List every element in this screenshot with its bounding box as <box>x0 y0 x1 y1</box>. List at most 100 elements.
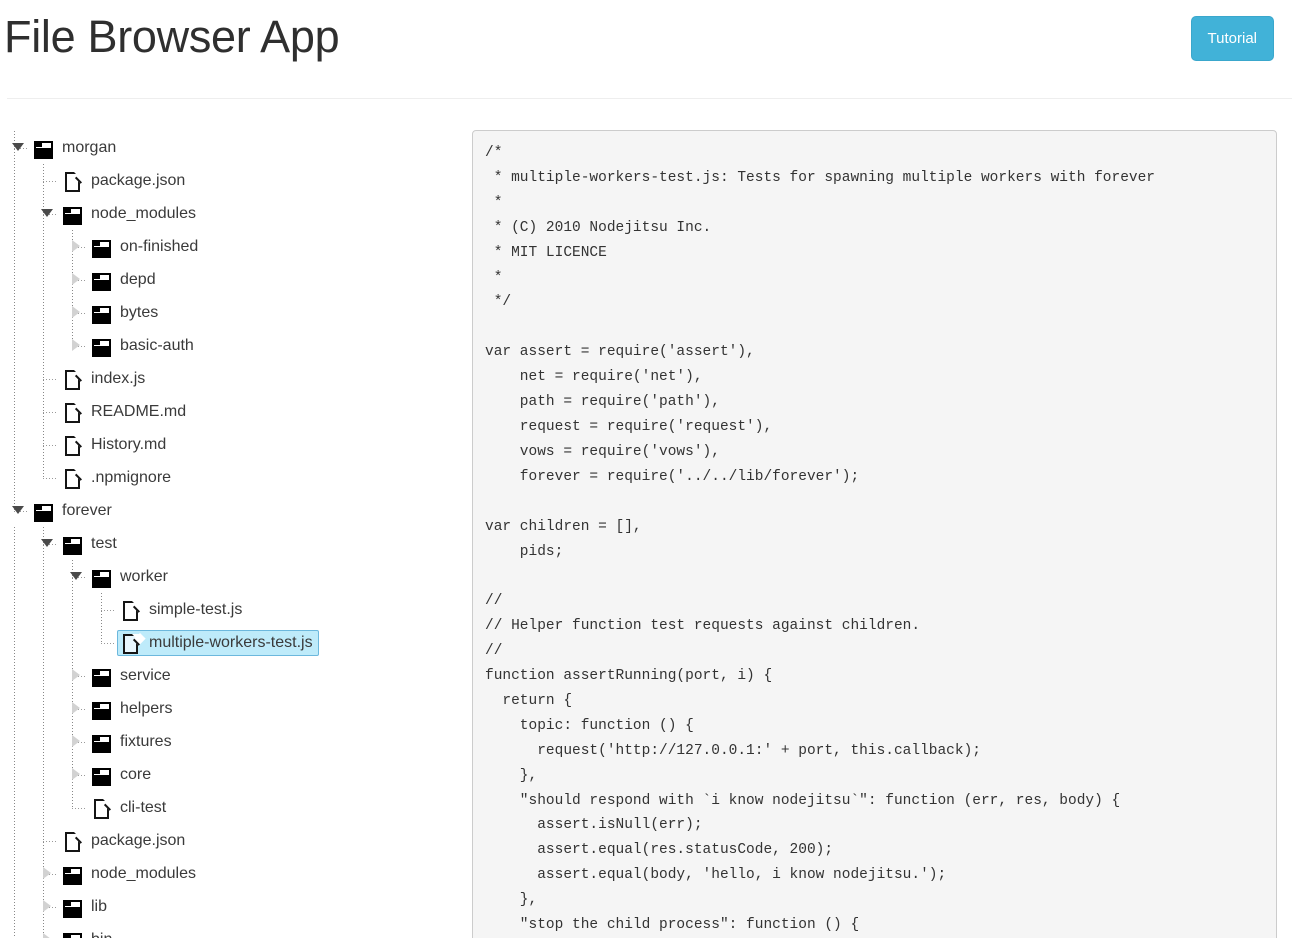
folder-icon <box>33 137 55 159</box>
tree-node[interactable]: worker <box>0 560 470 593</box>
tree-toggle-collapsed-icon[interactable] <box>70 768 82 781</box>
folder-icon <box>91 566 113 588</box>
tree-node-anchor[interactable]: cli-test <box>88 795 172 821</box>
tree-toggle-expanded-icon[interactable] <box>70 571 82 583</box>
tree-toggle-expanded-icon[interactable] <box>41 538 53 550</box>
tree-node[interactable]: node_modules <box>0 857 470 890</box>
tree-toggle-collapsed-icon[interactable] <box>41 933 53 938</box>
tree-connector-line <box>101 643 116 644</box>
tree-node-anchor[interactable]: .npmignore <box>59 465 177 491</box>
tree-node[interactable]: History.md <box>0 428 470 461</box>
folder-flap <box>92 272 111 280</box>
tree-node-anchor[interactable]: bytes <box>88 300 164 326</box>
tree-node[interactable]: index.js <box>0 362 470 395</box>
tree-node[interactable]: core <box>0 758 470 791</box>
tree-node[interactable]: helpers <box>0 692 470 725</box>
tree-node-anchor[interactable]: test <box>59 531 123 557</box>
tree-node[interactable]: fixtures <box>0 725 470 758</box>
tree-node[interactable]: lib <box>0 890 470 923</box>
tree-node[interactable]: node_modules <box>0 197 470 230</box>
file-content-view[interactable]: /* * multiple-workers-test.js: Tests for… <box>472 130 1277 938</box>
folder-flap <box>92 338 111 346</box>
tree-node[interactable]: morgan <box>0 131 470 164</box>
tutorial-button[interactable]: Tutorial <box>1190 16 1274 61</box>
tree-toggle-collapsed-icon[interactable] <box>70 702 82 715</box>
tree-toggle-collapsed-icon[interactable] <box>41 867 53 880</box>
tree-node-anchor[interactable]: fixtures <box>88 729 178 755</box>
tree-guide-line <box>43 626 44 659</box>
folder-icon <box>91 236 113 258</box>
tree-node-anchor[interactable]: package.json <box>59 828 191 854</box>
tree-node-label: package.json <box>91 831 186 849</box>
tree-node-label: test <box>91 534 117 552</box>
tree-guide-line <box>14 164 15 197</box>
tree-guide-line <box>14 923 15 938</box>
tree-toggle-expanded-icon[interactable] <box>12 142 24 154</box>
tree-toggle-collapsed-icon[interactable] <box>70 339 82 352</box>
tree-toggle-collapsed-icon[interactable] <box>70 669 82 682</box>
tree-node-label: cli-test <box>120 798 167 816</box>
tree-node[interactable]: simple-test.js <box>0 593 470 626</box>
tree-connector-line <box>43 379 58 380</box>
tree-node[interactable]: service <box>0 659 470 692</box>
tree-node-anchor[interactable]: package.json <box>59 168 191 194</box>
tree-node[interactable]: on-finished <box>0 230 470 263</box>
tree-node[interactable]: package.json <box>0 824 470 857</box>
tree-node-anchor[interactable]: service <box>88 663 177 689</box>
tree-toggle-collapsed-icon[interactable] <box>70 735 82 748</box>
tree-node-anchor[interactable]: index.js <box>59 366 151 392</box>
tree-node-anchor[interactable]: depd <box>88 267 162 293</box>
tree-toggle-collapsed-icon[interactable] <box>70 240 82 253</box>
tree-guide-line <box>43 593 44 626</box>
tree-node[interactable]: basic-auth <box>0 329 470 362</box>
tree-node-anchor[interactable]: node_modules <box>59 861 202 887</box>
tree-guide-line <box>43 758 44 791</box>
file-fold-corner <box>132 632 146 646</box>
tree-node-selected[interactable]: multiple-workers-test.js <box>117 629 319 656</box>
tree-node-anchor[interactable]: basic-auth <box>88 333 200 359</box>
tree-node-anchor[interactable]: core <box>88 762 157 788</box>
tree-node[interactable]: README.md <box>0 395 470 428</box>
folder-icon <box>91 269 113 291</box>
tree-connector-line <box>43 445 58 446</box>
file-tree-pane[interactable]: morgan package.json node_modules on-finishe… <box>0 99 470 938</box>
tree-node-anchor[interactable]: simple-test.js <box>117 597 248 623</box>
folder-flap <box>92 569 111 577</box>
tree-node[interactable]: package.json <box>0 164 470 197</box>
tree-node-anchor[interactable]: node_modules <box>59 201 202 227</box>
tree-node[interactable]: test <box>0 527 470 560</box>
tree-node-anchor[interactable]: bin <box>59 927 118 938</box>
tree-node-anchor[interactable]: morgan <box>30 135 122 161</box>
tree-node-anchor[interactable]: History.md <box>59 432 172 458</box>
tree-guide-line <box>14 428 15 461</box>
tree-toggle-expanded-icon[interactable] <box>41 208 53 220</box>
tree-node-anchor[interactable]: helpers <box>88 696 178 722</box>
tree-node-anchor[interactable]: README.md <box>59 399 192 425</box>
tree-node-anchor[interactable]: forever <box>30 498 118 524</box>
tree-node-label: index.js <box>91 369 146 387</box>
tree-node[interactable]: .npmignore <box>0 461 470 494</box>
tree-node-label: basic-auth <box>120 336 194 354</box>
file-tree[interactable]: morgan package.json node_modules on-finishe… <box>0 99 470 938</box>
tree-node[interactable]: forever <box>0 494 470 527</box>
tree-node[interactable]: depd <box>0 263 470 296</box>
tree-node[interactable]: multiple-workers-test.js <box>0 626 470 659</box>
file-icon <box>120 599 146 621</box>
tree-node[interactable]: cli-test <box>0 791 470 824</box>
tree-node-label: bytes <box>120 303 159 321</box>
tree-node-anchor[interactable]: on-finished <box>88 234 204 260</box>
tree-node[interactable]: bytes <box>0 296 470 329</box>
folder-icon <box>62 863 84 885</box>
tree-guide-line <box>14 296 15 329</box>
tree-node[interactable]: bin <box>0 923 470 938</box>
tree-toggle-expanded-icon[interactable] <box>12 505 24 517</box>
tree-guide-line <box>14 527 15 560</box>
tree-guide-line <box>14 692 15 725</box>
tree-toggle-collapsed-icon[interactable] <box>70 273 82 286</box>
tree-node-label: simple-test.js <box>149 600 243 618</box>
tree-toggle-collapsed-icon[interactable] <box>41 900 53 913</box>
tree-node-anchor[interactable]: worker <box>88 564 174 590</box>
tree-toggle-collapsed-icon[interactable] <box>70 306 82 319</box>
tree-node-anchor[interactable]: lib <box>59 894 113 920</box>
tree-connector-line <box>43 841 58 842</box>
